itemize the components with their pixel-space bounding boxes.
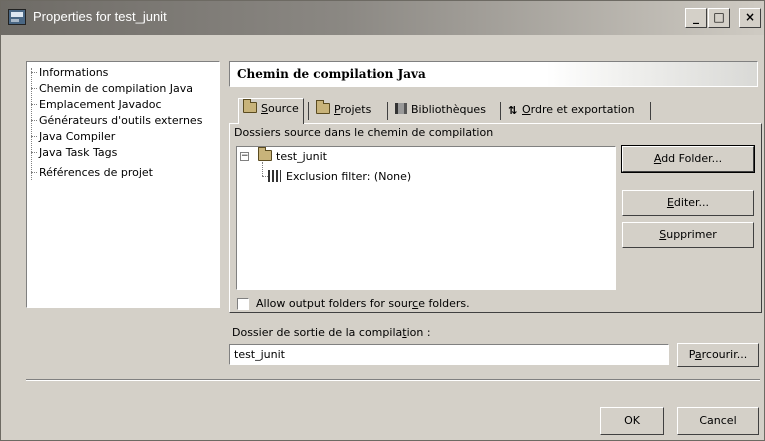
maximize-button[interactable]: □ — [708, 8, 730, 28]
tree-item-java-build-path[interactable]: Chemin de compilation Java — [31, 82, 194, 95]
minimize-button[interactable]: _ — [685, 8, 707, 28]
tab-separator — [500, 102, 501, 120]
title-bar[interactable]: Properties for test_junit _ □ × — [1, 1, 764, 35]
collapse-toggle-icon[interactable]: − — [240, 152, 249, 161]
tree-item-label: Java Task Tags — [39, 146, 118, 159]
source-folder-name: test_junit — [276, 150, 327, 163]
source-folders-list[interactable] — [236, 146, 616, 290]
label-part: Allow output folders for sour — [256, 297, 413, 310]
filter-icon — [268, 170, 281, 182]
tab-separator — [387, 102, 388, 120]
window-title: Properties for test_junit — [33, 9, 167, 24]
folder-icon — [316, 100, 330, 114]
tab-separator — [308, 102, 309, 120]
allow-output-folders-label: Allow output folders for source folders. — [256, 297, 470, 310]
tab-label: ource — [267, 102, 299, 115]
tree-item-javadoc-location[interactable]: Emplacement Javadoc — [31, 98, 162, 111]
output-folder-input[interactable]: test_junit — [229, 344, 669, 365]
tree-item-label: Chemin de compilation Java — [39, 82, 194, 95]
browse-button[interactable]: Parcourir... — [677, 343, 759, 367]
edit-button[interactable]: Editer... — [622, 190, 754, 216]
label-part: Dossier de sortie de la compila — [232, 326, 403, 339]
ok-button[interactable]: OK — [600, 407, 664, 435]
tree-item-project-references[interactable]: Références de projet — [31, 166, 153, 179]
remove-button[interactable]: Supprimer — [622, 222, 754, 248]
package-folder-icon — [258, 147, 272, 161]
allow-output-folders-checkbox[interactable] — [237, 298, 249, 310]
exclusion-filter-label: Exclusion filter: (None) — [286, 170, 412, 183]
page-title: Chemin de compilation Java — [237, 67, 426, 81]
books-icon — [395, 103, 407, 114]
tab-mnemonic: S — [261, 102, 268, 115]
tree-item-label: Informations — [39, 66, 109, 79]
add-folder-button[interactable]: Add Folder... — [621, 145, 755, 173]
exclusion-filter-item[interactable]: Exclusion filter: (None) — [268, 170, 411, 183]
source-folder-item[interactable]: test_junit — [258, 147, 327, 163]
sort-arrows-icon: ⇅ — [508, 104, 518, 117]
tab-source[interactable]: Source — [238, 98, 304, 124]
tab-mnemonic: O — [522, 103, 531, 116]
mnemonic: a — [694, 348, 702, 361]
tree-item-external-builders[interactable]: Générateurs d'outils externes — [31, 114, 203, 127]
tree-item-label: Générateurs d'outils externes — [39, 114, 203, 127]
tree-item-java-compiler[interactable]: Java Compiler — [31, 130, 116, 143]
output-folder-label: Dossier de sortie de la compilation : — [232, 326, 431, 339]
label-part: rcourir... — [701, 348, 748, 361]
property-pages-tree[interactable]: Informations Chemin de compilation Java … — [26, 61, 220, 308]
tree-item-label: Références de projet — [39, 166, 153, 179]
tree-connector-line — [31, 68, 32, 180]
button-label: upprimer — [666, 228, 717, 241]
label-part: e folders. — [418, 297, 470, 310]
tab-order-export[interactable]: ⇅ Ordre et exportation — [504, 100, 639, 122]
tree-item-informations[interactable]: Informations — [31, 66, 109, 79]
tree-connector-line — [262, 162, 263, 176]
tab-label: Bibliothèques — [411, 103, 486, 116]
source-folders-label: Dossiers source dans le chemin de compil… — [234, 126, 494, 139]
tab-label: rdre et exportation — [530, 103, 635, 116]
folder-icon — [243, 99, 257, 113]
close-button[interactable]: × — [739, 8, 761, 28]
tree-item-java-task-tags[interactable]: Java Task Tags — [31, 146, 118, 159]
button-label: diter... — [673, 196, 710, 209]
tab-separator — [650, 102, 651, 120]
tab-label: rojets — [340, 103, 372, 116]
page-header: Chemin de compilation Java — [229, 61, 758, 87]
footer-divider — [26, 379, 760, 381]
window-icon — [8, 9, 26, 25]
tab-projects[interactable]: Projets — [312, 100, 375, 122]
label-part: ion : — [406, 326, 431, 339]
tree-item-label: Emplacement Javadoc — [39, 98, 162, 111]
mnemonic: E — [666, 196, 674, 209]
tab-libraries[interactable]: Bibliothèques — [391, 100, 490, 122]
button-label: dd Folder... — [661, 152, 723, 165]
tree-item-label: Java Compiler — [39, 130, 116, 143]
cancel-button[interactable]: Cancel — [677, 407, 759, 435]
